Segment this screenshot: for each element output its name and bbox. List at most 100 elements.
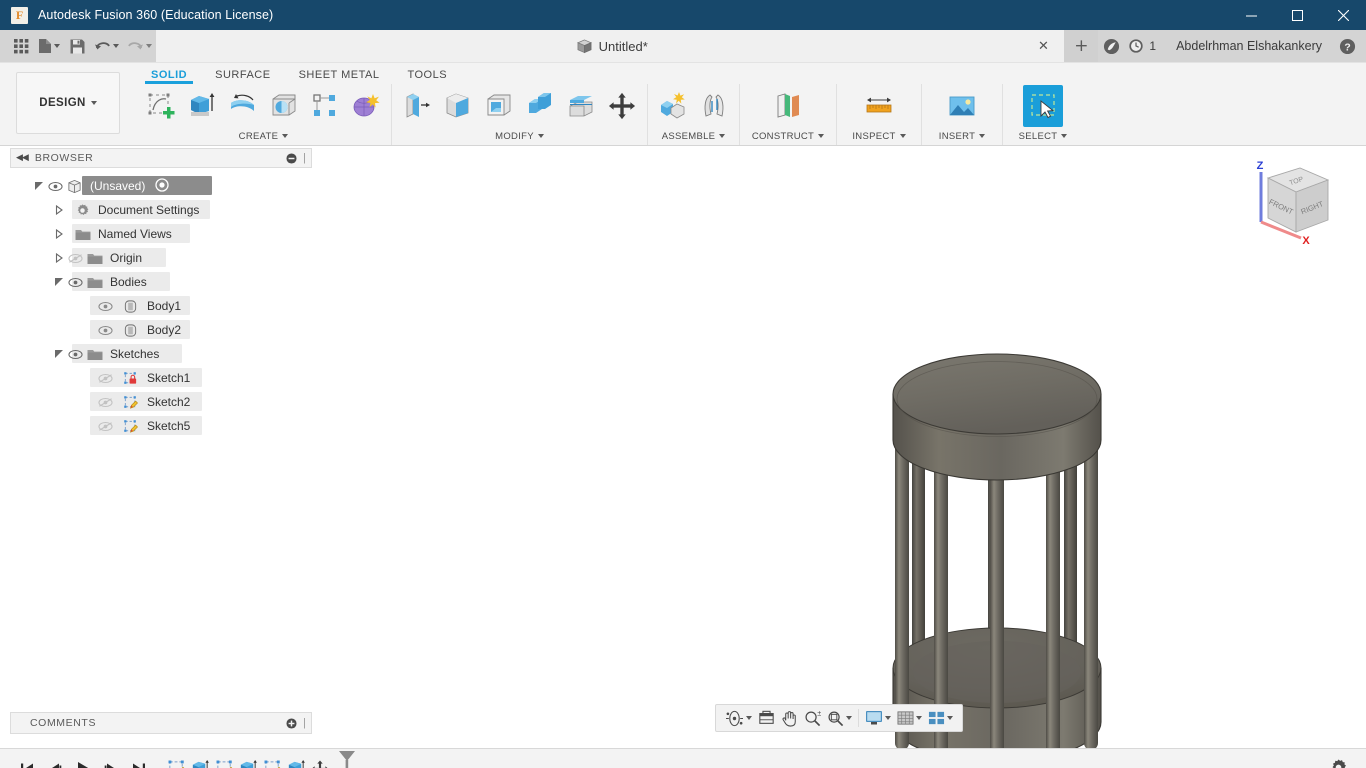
create-form-icon[interactable]: [346, 85, 386, 127]
rectangular-pattern-icon[interactable]: [305, 85, 345, 127]
undo-icon[interactable]: [90, 30, 123, 62]
user-name-label[interactable]: Abdelrhman Elshakankery: [1160, 39, 1334, 53]
minimize-button[interactable]: [1228, 0, 1274, 30]
select-icon[interactable]: [1023, 84, 1063, 127]
expander-collapsed-icon[interactable]: [52, 251, 66, 265]
move-copy-icon[interactable]: [602, 85, 642, 127]
ribbon-group-label-assemble[interactable]: ASSEMBLE: [648, 127, 739, 145]
tree-item-body2[interactable]: Body2: [10, 318, 312, 342]
tree-item-named-views[interactable]: Named Views: [10, 222, 312, 246]
hole-icon[interactable]: [264, 85, 304, 127]
press-pull-icon[interactable]: [397, 85, 437, 127]
maximize-button[interactable]: [1274, 0, 1320, 30]
new-file-icon[interactable]: [34, 30, 64, 62]
tab-tools[interactable]: TOOLS: [393, 69, 461, 84]
display-settings-icon[interactable]: [862, 705, 894, 731]
ribbon-group-label-inspect[interactable]: INSPECT: [837, 127, 921, 145]
app-grid-icon[interactable]: [8, 30, 34, 62]
tree-item-origin[interactable]: Origin: [10, 246, 312, 270]
add-tab-button[interactable]: +: [1064, 30, 1099, 62]
play-icon[interactable]: [70, 755, 96, 768]
visibility-eye-icon[interactable]: [66, 275, 85, 289]
grid-caret-icon[interactable]: [916, 716, 922, 720]
fit-icon[interactable]: [824, 705, 855, 731]
timeline-feature-extrude[interactable]: [284, 749, 308, 768]
comments-resize-handle[interactable]: |: [303, 717, 306, 729]
visibility-eye-icon[interactable]: [66, 347, 85, 361]
create-sketch-icon[interactable]: [141, 85, 181, 127]
visibility-eye-icon[interactable]: [96, 323, 115, 337]
viewports-icon[interactable]: [925, 705, 956, 731]
expander-collapsed-icon[interactable]: [52, 227, 66, 241]
offset-plane-icon[interactable]: [768, 85, 808, 127]
document-tab-close-icon[interactable]: ✕: [1034, 30, 1052, 62]
ribbon-group-label-insert[interactable]: INSERT: [922, 127, 1002, 145]
look-at-icon[interactable]: [755, 705, 778, 731]
view-cube[interactable]: TOP FRONT RIGHT Z X: [1238, 156, 1338, 251]
measure-icon[interactable]: [859, 85, 899, 127]
pan-icon[interactable]: [778, 705, 801, 731]
tree-item-bodies[interactable]: Bodies: [10, 270, 312, 294]
offset-face-icon[interactable]: [561, 85, 601, 127]
design-workspace-menu[interactable]: DESIGN: [16, 72, 120, 134]
3d-viewport[interactable]: TOP FRONT RIGHT Z X ±: [312, 146, 1366, 748]
orbit-caret-icon[interactable]: [746, 716, 752, 720]
timeline-feature-sketch[interactable]: [164, 749, 188, 768]
tree-item-sketch5[interactable]: Sketch5: [10, 414, 312, 438]
activate-radio-icon[interactable]: [145, 177, 170, 195]
visibility-hidden-eye-icon[interactable]: [96, 419, 115, 433]
minimize-panel-icon[interactable]: [286, 152, 297, 164]
undo-caret-icon[interactable]: [113, 44, 119, 48]
jump-to-beginning-icon[interactable]: [14, 755, 40, 768]
tab-sheet-metal[interactable]: SHEET METAL: [285, 69, 394, 84]
help-icon[interactable]: ?: [1334, 30, 1360, 62]
insert-image-icon[interactable]: [942, 85, 982, 127]
combine-icon[interactable]: [520, 85, 560, 127]
ribbon-group-label-create[interactable]: CREATE: [136, 127, 391, 145]
ribbon-group-label-select[interactable]: SELECT: [1003, 127, 1083, 145]
tree-item-sketch1[interactable]: Sketch1: [10, 366, 312, 390]
timeline-settings-gear-icon[interactable]: [1329, 758, 1360, 768]
jump-to-end-icon[interactable]: [126, 755, 152, 768]
fillet-icon[interactable]: [438, 85, 478, 127]
tree-item-sketches[interactable]: Sketches: [10, 342, 312, 366]
visibility-hidden-eye-icon[interactable]: [66, 251, 85, 265]
step-back-icon[interactable]: [42, 755, 68, 768]
fit-caret-icon[interactable]: [846, 716, 852, 720]
visibility-hidden-eye-icon[interactable]: [96, 371, 115, 385]
comments-panel[interactable]: COMMENTS |: [10, 712, 312, 734]
joint-icon[interactable]: [694, 85, 734, 127]
close-button[interactable]: [1320, 0, 1366, 30]
new-component-icon[interactable]: [653, 85, 693, 127]
visibility-hidden-eye-icon[interactable]: [96, 395, 115, 409]
timeline-feature-sketch[interactable]: [212, 749, 236, 768]
panel-resize-handle[interactable]: |: [303, 152, 306, 164]
extrude-icon[interactable]: [182, 85, 222, 127]
timeline-end-marker[interactable]: [336, 749, 358, 768]
save-icon[interactable]: [64, 30, 90, 62]
zoom-icon[interactable]: ±: [801, 705, 824, 731]
tree-item-sketch2[interactable]: Sketch2: [10, 390, 312, 414]
timeline-feature-extrude[interactable]: [188, 749, 212, 768]
expander-expanded-icon[interactable]: [52, 347, 66, 361]
display-caret-icon[interactable]: [885, 716, 891, 720]
grid-snaps-icon[interactable]: [894, 705, 925, 731]
visibility-eye-icon[interactable]: [96, 299, 115, 313]
tab-solid[interactable]: SOLID: [137, 69, 201, 84]
collapse-left-icon[interactable]: ◀◀: [16, 153, 29, 163]
expander-collapsed-icon[interactable]: [52, 203, 66, 217]
job-status-clock-icon[interactable]: 1: [1124, 30, 1160, 62]
document-tab-untitled[interactable]: Untitled* ✕: [156, 30, 1065, 62]
ribbon-group-label-modify[interactable]: MODIFY: [392, 127, 647, 145]
ribbon-group-label-construct[interactable]: CONSTRUCT: [740, 127, 836, 145]
shell-icon[interactable]: [479, 85, 519, 127]
tab-surface[interactable]: SURFACE: [201, 69, 284, 84]
expander-expanded-icon[interactable]: [52, 275, 66, 289]
tree-item-document-settings[interactable]: Document Settings: [10, 198, 312, 222]
tree-item-body1[interactable]: Body1: [10, 294, 312, 318]
redo-icon[interactable]: [123, 30, 156, 62]
expander-expanded-icon[interactable]: [32, 179, 46, 193]
visibility-eye-icon[interactable]: [46, 179, 65, 193]
orbit-icon[interactable]: [722, 705, 755, 731]
timeline-feature-move[interactable]: [308, 749, 332, 768]
